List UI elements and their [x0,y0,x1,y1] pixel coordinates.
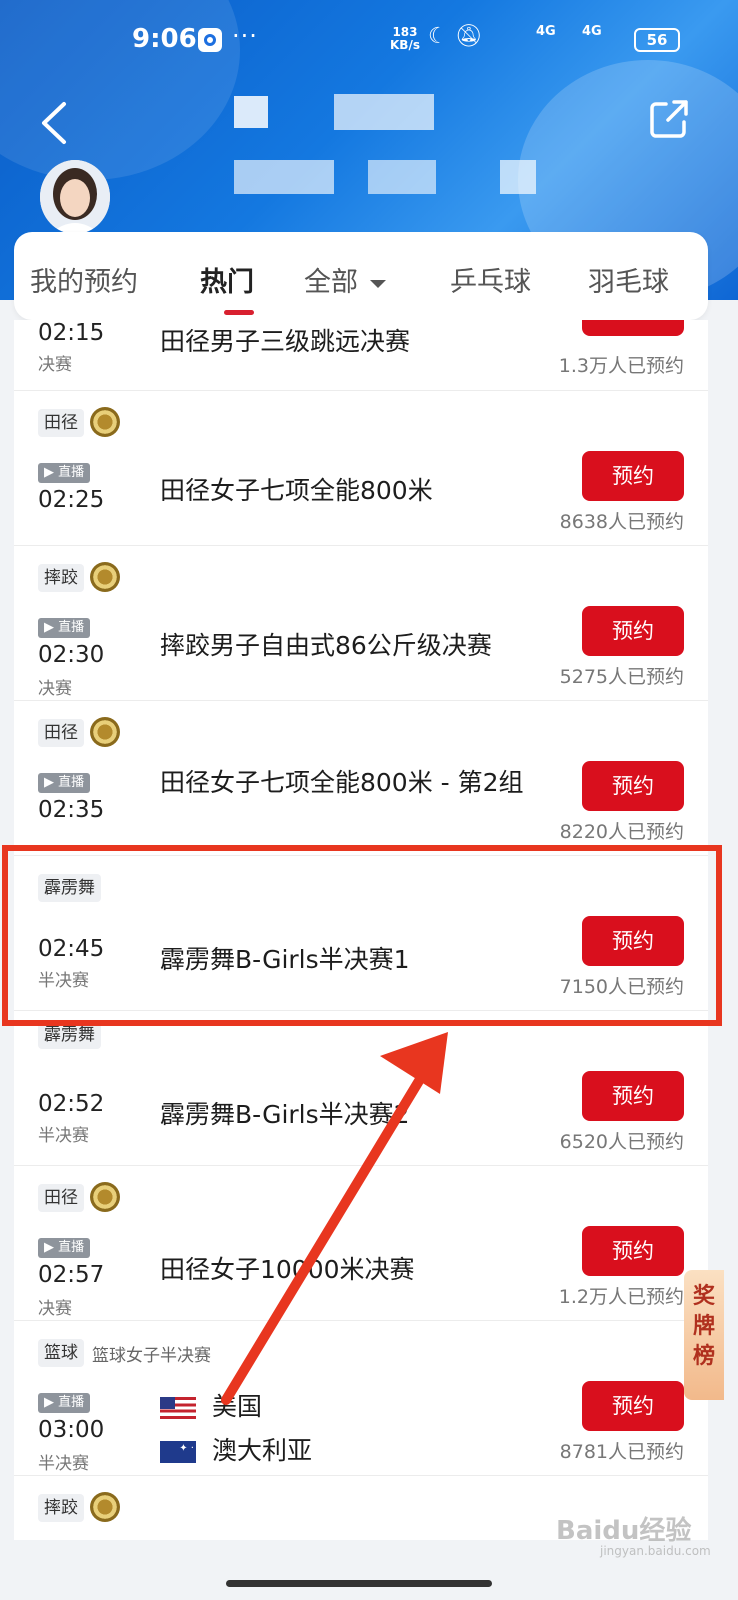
app-screen: 9:06 ··· 183 KB/s ☾ 🔕︎ 4G 4G 56 我的预约 热门 全… [0,0,738,1600]
arrow-annotation [221,1032,448,1405]
home-indicator[interactable] [226,1580,492,1587]
watermark: Baidu经验 [556,1516,692,1546]
watermark-url: jingyan.baidu.com [600,1544,711,1558]
medal-ranking-button[interactable]: 奖牌榜 [684,1270,724,1400]
